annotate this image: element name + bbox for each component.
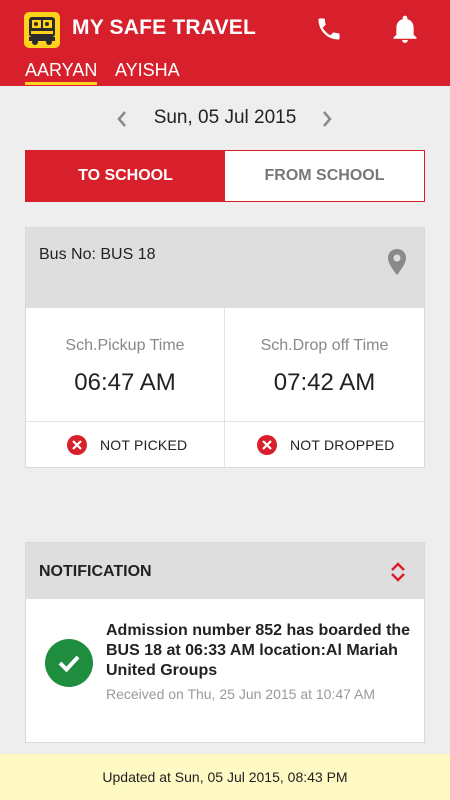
bus-card: Bus No: BUS 18 Sch.Pickup Time 06:47 AM …: [25, 227, 425, 468]
dropoff-status-text: NOT DROPPED: [290, 437, 395, 453]
bus-card-header: Bus No: BUS 18: [26, 228, 424, 308]
last-updated-footer: Updated at Sun, 05 Jul 2015, 08:43 PM: [0, 754, 450, 800]
app-bar: MY SAFE TRAVEL AARYAN AYISHA: [0, 0, 450, 86]
expand-collapse-icon[interactable]: [390, 561, 406, 583]
notification-card: NOTIFICATION Admission number 852 has bo…: [25, 542, 425, 743]
bus-number: Bus No: BUS 18: [39, 246, 156, 263]
pickup-status: NOT PICKED: [26, 421, 225, 467]
dropoff-status: NOT DROPPED: [225, 421, 424, 467]
pickup-status-text: NOT PICKED: [100, 437, 188, 453]
direction-toggle: TO SCHOOL FROM SCHOOL: [25, 150, 425, 202]
dropoff-time-label: Sch.Drop off Time: [260, 337, 389, 354]
bell-icon[interactable]: [391, 14, 419, 44]
pickup-time-value: 06:47 AM: [74, 369, 176, 396]
error-x-icon: [257, 435, 277, 455]
pickup-time-column: Sch.Pickup Time 06:47 AM: [26, 308, 225, 421]
tab-child-ayisha[interactable]: AYISHA: [115, 60, 180, 81]
phone-icon[interactable]: [315, 15, 343, 43]
notification-title: NOTIFICATION: [39, 563, 152, 580]
chevron-right-icon[interactable]: [320, 110, 334, 128]
notification-header[interactable]: NOTIFICATION: [26, 543, 424, 599]
location-pin-icon[interactable]: [386, 248, 408, 276]
error-x-icon: [67, 435, 87, 455]
school-bus-logo-icon: [24, 12, 60, 48]
pickup-time-label: Sch.Pickup Time: [65, 337, 185, 354]
dropoff-time-column: Sch.Drop off Time 07:42 AM: [225, 308, 424, 421]
notification-received-time: Received on Thu, 25 Jun 2015 at 10:47 AM: [106, 686, 376, 702]
app-title: MY SAFE TRAVEL: [72, 16, 257, 39]
dropoff-time-value: 07:42 AM: [273, 369, 376, 396]
selected-date: Sun, 05 Jul 2015: [153, 107, 297, 128]
check-circle-icon: [45, 639, 93, 687]
notification-message: Admission number 852 has boarded the BUS…: [106, 622, 411, 679]
tab-child-aaryan[interactable]: AARYAN: [25, 60, 98, 85]
to-school-button[interactable]: TO SCHOOL: [26, 151, 225, 201]
date-selector: Sun, 05 Jul 2015: [0, 106, 450, 132]
from-school-button[interactable]: FROM SCHOOL: [225, 151, 424, 201]
